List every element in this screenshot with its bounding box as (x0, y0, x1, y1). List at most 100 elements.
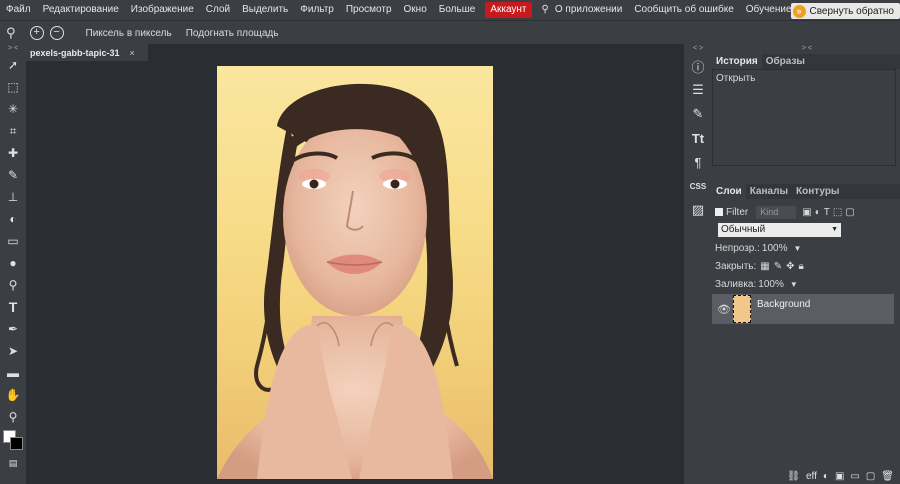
character-icon[interactable]: Tt (684, 126, 712, 150)
eraser-tool-icon[interactable]: ◐ (0, 208, 26, 230)
menu-layer[interactable]: Слой (200, 0, 236, 20)
zoom-out-icon[interactable]: − (49, 26, 64, 40)
clone-stamp-icon[interactable]: ⊥ (0, 186, 26, 208)
blend-mode-select[interactable]: Обычный (718, 223, 841, 237)
filter-type-icon[interactable]: T (824, 207, 830, 218)
lock-move-icon[interactable]: ✥ (786, 261, 794, 272)
toolbar-collapse-icon[interactable]: > < (0, 44, 26, 54)
menu-window[interactable]: Окно (398, 0, 433, 20)
menu-view[interactable]: Просмотр (340, 0, 398, 20)
magic-wand-icon[interactable]: ✳ (0, 98, 26, 120)
quick-mask-icon[interactable]: ▤ (0, 452, 26, 474)
layers-tabs: Слои Каналы Контуры (712, 184, 900, 199)
crop-tool-icon[interactable]: ⌗ (0, 120, 26, 142)
menu-image[interactable]: Изображение (125, 0, 200, 20)
zoom-in-icon[interactable]: + (29, 26, 44, 40)
adjustments-icon[interactable]: ☰ (684, 78, 712, 102)
fill-value[interactable]: 100% (758, 279, 784, 290)
tab-layers[interactable]: Слои (712, 184, 746, 199)
lock-row: Закрыть: ▦ ✎ ✥ 🔒︎ (712, 257, 900, 275)
filter-smart-icon[interactable]: ▢ (845, 207, 854, 218)
type-tool-icon[interactable]: T (0, 296, 26, 318)
color-swatches-icon[interactable] (0, 428, 26, 452)
filter-row: Filter Kind ▣ ◐ T ⬚ ▢ (712, 203, 900, 221)
tab-snapshots[interactable]: Образы (762, 54, 809, 69)
filter-pixel-icon[interactable]: ▣ (802, 207, 811, 218)
filter-adjust-icon[interactable]: ◐ (815, 207, 821, 218)
tab-channels[interactable]: Каналы (746, 184, 792, 199)
path-select-icon[interactable]: ➤ (0, 340, 26, 362)
search-icon[interactable]: ⚲ (536, 0, 555, 20)
pen-tool-icon[interactable]: ✒ (0, 318, 26, 340)
filter-label: Filter (726, 206, 749, 218)
filter-shape-icon[interactable]: ⬚ (833, 207, 842, 218)
marquee-tool-icon[interactable]: ⬚ (0, 76, 26, 98)
trash-icon[interactable]: 🗑︎ (881, 471, 894, 482)
panel-icon-column: < > ⓘ ☰ ✎ Tt ¶ CSS ▨ (684, 44, 712, 484)
menu-file[interactable]: Файл (0, 0, 37, 20)
visibility-eye-icon[interactable]: 👁︎ (717, 303, 731, 316)
collapse-back-button[interactable]: » Свернуть обратно (790, 3, 900, 19)
account-button[interactable]: Аккаунт (485, 2, 532, 18)
opacity-dropdown-icon[interactable]: ▼ (794, 244, 802, 253)
double-chevron-icon: » (792, 4, 806, 18)
css-icon[interactable]: CSS (684, 174, 712, 198)
document-tab[interactable]: pexels-gabb-tapic-31 × (26, 44, 148, 61)
brush-panel-icon[interactable]: ✎ (684, 102, 712, 126)
pixel-to-pixel-button[interactable]: Пиксель в пиксель (86, 28, 172, 39)
gradient-tool-icon[interactable]: ▭ (0, 230, 26, 252)
adjust-icon[interactable]: ◐ (823, 471, 829, 482)
layer-name[interactable]: Background (757, 299, 810, 310)
document-image[interactable] (217, 66, 493, 479)
link-icon[interactable]: ⛓ (787, 471, 800, 482)
mask-icon[interactable]: ▣ (835, 471, 844, 482)
lock-label: Закрыть: (715, 260, 757, 272)
menu-learn[interactable]: Обучение (740, 0, 798, 20)
zoom-tool-icon[interactable]: ⚲ (0, 406, 26, 428)
layer-row-background[interactable]: 👁︎ Background (712, 294, 894, 324)
menu-bar: Файл Редактирование Изображение Слой Выд… (0, 0, 900, 20)
healing-brush-icon[interactable]: ✚ (0, 142, 26, 164)
tab-history[interactable]: История (712, 54, 762, 69)
history-tabs: История Образы (712, 54, 900, 69)
move-tool-icon[interactable]: ➚ (0, 54, 26, 76)
fill-row: Заливка: 100% ▼ (712, 275, 900, 293)
panel-collapse-icon[interactable]: > < (712, 44, 900, 54)
blur-tool-icon[interactable]: ● (0, 252, 26, 274)
menu-about[interactable]: О приложении (555, 0, 628, 20)
kind-select[interactable]: Kind (756, 205, 797, 219)
menu-select[interactable]: Выделить (236, 0, 294, 20)
fit-area-button[interactable]: Подогнать площадь (186, 28, 279, 39)
fill-dropdown-icon[interactable]: ▼ (790, 280, 798, 289)
new-layer-icon[interactable]: ▢ (866, 471, 875, 482)
shape-tool-icon[interactable]: ▬ (0, 362, 26, 384)
right-panels: > < История Образы Открыть Слои Каналы К… (712, 44, 900, 484)
opacity-value[interactable]: 100% (762, 243, 788, 254)
info-icon[interactable]: ⓘ (684, 54, 712, 78)
menu-edit[interactable]: Редактирование (37, 0, 125, 20)
close-tab-icon[interactable]: × (130, 48, 135, 58)
lock-paint-icon[interactable]: ✎ (774, 261, 782, 272)
lock-transparency-icon[interactable]: ▦ (760, 261, 769, 272)
menu-more[interactable]: Больше (433, 0, 482, 20)
opacity-label: Непрозр.: (715, 242, 760, 254)
history-item-open[interactable]: Открыть (713, 70, 895, 87)
brush-tool-icon[interactable]: ✎ (0, 164, 26, 186)
menu-report-bug[interactable]: Сообщить об ошибке (628, 0, 739, 20)
iconcol-collapse-icon[interactable]: < > (684, 44, 712, 54)
menu-filter[interactable]: Фильтр (294, 0, 340, 20)
hand-tool-icon[interactable]: ✋ (0, 384, 26, 406)
portrait-photo (217, 83, 493, 479)
paragraph-icon[interactable]: ¶ (684, 150, 712, 174)
image-icon[interactable]: ▨ (684, 198, 712, 222)
filter-checkbox[interactable] (715, 208, 723, 216)
layers-panel: Слои Каналы Контуры Filter Kind ▣ ◐ T ⬚ … (712, 184, 900, 293)
dodge-tool-icon[interactable]: ⚲ (0, 274, 26, 296)
folder-icon[interactable]: ▭ (850, 471, 859, 482)
lock-all-icon[interactable]: 🔒︎ (799, 261, 804, 272)
canvas-area[interactable] (26, 61, 684, 484)
effects-button[interactable]: eff (806, 471, 817, 482)
blend-row: Обычный (712, 221, 900, 239)
tool-panel: > < ➚ ⬚ ✳ ⌗ ✚ ✎ ⊥ ◐ ▭ ● ⚲ T ✒ ➤ ▬ ✋ ⚲ ▤ (0, 44, 26, 484)
tab-paths[interactable]: Контуры (792, 184, 843, 199)
